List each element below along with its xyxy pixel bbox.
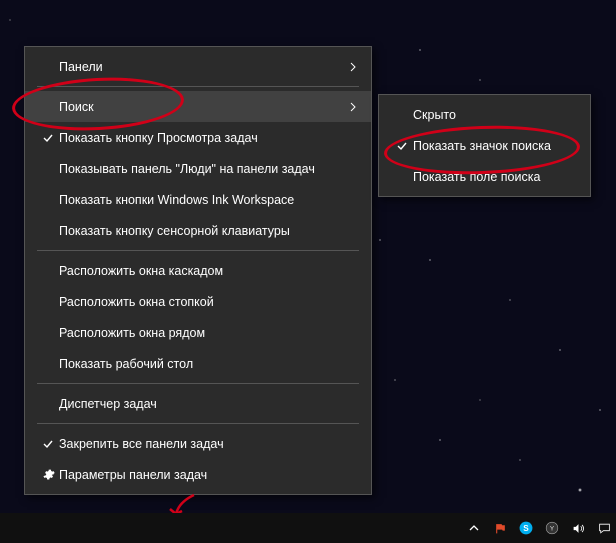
menu-label: Диспетчер задач — [59, 397, 357, 411]
tray-skype-icon[interactable]: S — [518, 520, 534, 536]
menu-label: Показать кнопку сенсорной клавиатуры — [59, 224, 357, 238]
submenu-item-show-search-field[interactable]: Показать поле поиска — [379, 161, 590, 192]
search-submenu: Скрыто Показать значок поиска Показать п… — [378, 94, 591, 197]
check-icon — [391, 140, 413, 152]
menu-item-touch-keyboard[interactable]: Показать кнопку сенсорной клавиатуры — [25, 215, 371, 246]
submenu-item-hidden[interactable]: Скрыто — [379, 99, 590, 130]
svg-text:Y: Y — [550, 525, 555, 532]
menu-item-lock-taskbars[interactable]: Закрепить все панели задач — [25, 428, 371, 459]
tray-chevron-up-icon[interactable] — [466, 520, 482, 536]
menu-item-stack-windows[interactable]: Расположить окна стопкой — [25, 286, 371, 317]
taskbar-context-menu: Панели Поиск Показать кнопку Просмотра з… — [24, 46, 372, 495]
menu-label: Показать кнопку Просмотра задач — [59, 131, 357, 145]
menu-label: Расположить окна рядом — [59, 326, 357, 340]
check-icon — [37, 132, 59, 144]
menu-label: Скрыто — [413, 108, 576, 122]
menu-label: Параметры панели задач — [59, 468, 357, 482]
menu-item-taskbar-settings[interactable]: Параметры панели задач — [25, 459, 371, 490]
tray-browser-icon[interactable]: Y — [544, 520, 560, 536]
menu-item-task-manager[interactable]: Диспетчер задач — [25, 388, 371, 419]
menu-item-panels[interactable]: Панели — [25, 51, 371, 82]
menu-item-cascade-windows[interactable]: Расположить окна каскадом — [25, 255, 371, 286]
chevron-right-icon — [341, 62, 357, 72]
gear-icon — [37, 468, 59, 481]
menu-label: Расположить окна стопкой — [59, 295, 357, 309]
menu-item-show-desktop[interactable]: Показать рабочий стол — [25, 348, 371, 379]
menu-separator — [37, 86, 359, 87]
tray-flag-icon[interactable] — [492, 520, 508, 536]
menu-item-search[interactable]: Поиск — [25, 91, 371, 122]
menu-label: Закрепить все панели задач — [59, 437, 357, 451]
menu-separator — [37, 250, 359, 251]
menu-label: Показывать панель "Люди" на панели задач — [59, 162, 357, 176]
submenu-item-show-search-icon[interactable]: Показать значок поиска — [379, 130, 590, 161]
check-icon — [37, 438, 59, 450]
chevron-right-icon — [341, 102, 357, 112]
menu-item-people-bar[interactable]: Показывать панель "Люди" на панели задач — [25, 153, 371, 184]
menu-label: Расположить окна каскадом — [59, 264, 357, 278]
menu-label: Показать значок поиска — [413, 139, 576, 153]
svg-text:S: S — [523, 524, 529, 533]
menu-label: Показать поле поиска — [413, 170, 576, 184]
tray-volume-icon[interactable] — [570, 520, 586, 536]
menu-item-ink-workspace[interactable]: Показать кнопки Windows Ink Workspace — [25, 184, 371, 215]
tray-notifications-icon[interactable] — [596, 520, 612, 536]
menu-separator — [37, 423, 359, 424]
menu-label: Панели — [59, 60, 341, 74]
menu-label: Показать кнопки Windows Ink Workspace — [59, 193, 357, 207]
menu-item-side-by-side[interactable]: Расположить окна рядом — [25, 317, 371, 348]
menu-separator — [37, 383, 359, 384]
menu-item-task-view-button[interactable]: Показать кнопку Просмотра задач — [25, 122, 371, 153]
taskbar[interactable]: S Y — [0, 513, 616, 543]
menu-label: Поиск — [59, 100, 341, 114]
menu-label: Показать рабочий стол — [59, 357, 357, 371]
